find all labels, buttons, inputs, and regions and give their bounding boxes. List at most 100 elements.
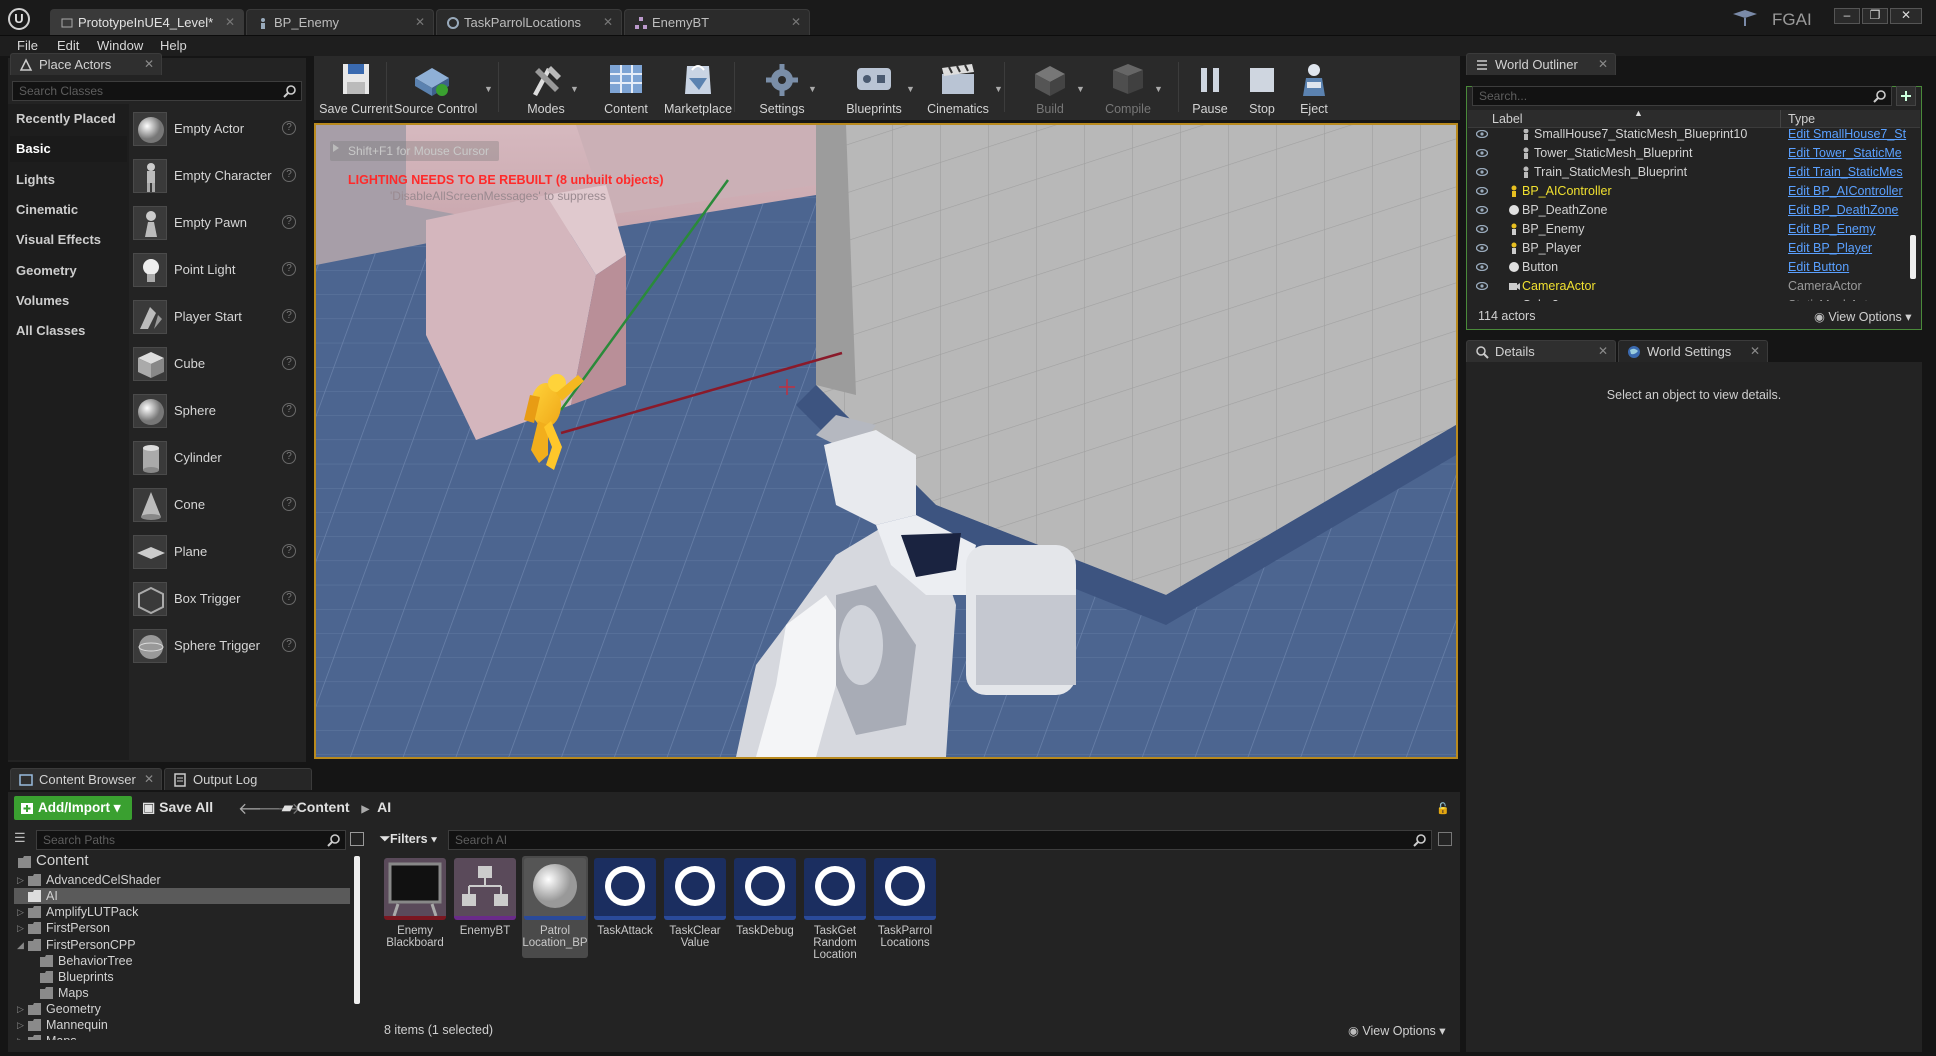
close-icon[interactable]: ✕ bbox=[603, 10, 613, 35]
actor-item-cube[interactable]: Cube? bbox=[130, 343, 302, 387]
tab-place-actors[interactable]: Place Actors ✕ bbox=[10, 53, 162, 75]
search-paths-input[interactable]: Search Paths bbox=[36, 830, 346, 850]
column-type[interactable]: Type bbox=[1788, 112, 1815, 126]
asset-tile[interactable]: Patrol Location_BP bbox=[522, 856, 588, 958]
visibility-eye-icon[interactable] bbox=[1476, 282, 1488, 290]
category-lights[interactable]: Lights bbox=[10, 167, 127, 193]
dropdown-arrow-icon[interactable]: ▼ bbox=[570, 84, 579, 94]
outliner-row[interactable]: Train_StaticMesh_Blueprint Edit Train_Sta… bbox=[1468, 163, 1908, 182]
dropdown-arrow-icon[interactable]: ▼ bbox=[1076, 84, 1085, 94]
level-viewport[interactable]: Shift+F1 for Mouse Cursor LIGHTING NEEDS… bbox=[314, 123, 1458, 759]
outliner-row[interactable]: BP_Enemy Edit BP_Enemy bbox=[1468, 220, 1908, 239]
help-icon[interactable]: ? bbox=[282, 638, 296, 652]
column-label[interactable]: Label bbox=[1492, 112, 1523, 126]
help-icon[interactable]: ? bbox=[282, 497, 296, 511]
category-geometry[interactable]: Geometry bbox=[10, 258, 127, 284]
collapsed-arrow-icon[interactable]: ▷ bbox=[17, 920, 24, 936]
close-icon[interactable]: ✕ bbox=[1750, 341, 1760, 362]
minimize-button[interactable]: ‒ bbox=[1834, 8, 1860, 24]
lock-icon[interactable]: 🔓 bbox=[1436, 802, 1450, 815]
collapsed-arrow-icon[interactable]: ▷ bbox=[17, 1001, 24, 1017]
asset-tile[interactable]: TaskAttack bbox=[592, 856, 658, 958]
collapsed-arrow-icon[interactable]: ▷ bbox=[17, 872, 24, 888]
breadcrumb-ai[interactable]: AI bbox=[377, 799, 391, 815]
source-control-button[interactable]: Source Control bbox=[394, 58, 477, 116]
help-icon[interactable]: ? bbox=[282, 356, 296, 370]
actor-type-link[interactable]: Edit SmallHouse7_St bbox=[1788, 129, 1906, 144]
pause-button[interactable]: Pause bbox=[1180, 58, 1240, 116]
close-icon[interactable]: ✕ bbox=[225, 10, 235, 35]
folder-ai[interactable]: AI bbox=[14, 888, 350, 905]
save-current-button[interactable]: Save Current bbox=[318, 58, 394, 116]
actor-type-link[interactable]: Edit BP_Enemy bbox=[1788, 220, 1876, 239]
help-icon[interactable]: ? bbox=[282, 544, 296, 558]
close-icon[interactable]: ✕ bbox=[1598, 54, 1608, 75]
dropdown-arrow-icon[interactable]: ▼ bbox=[994, 84, 1003, 94]
content-button[interactable]: Content bbox=[588, 58, 664, 116]
actor-item-plane[interactable]: Plane? bbox=[130, 531, 302, 575]
outliner-row[interactable]: Cube2 StaticMeshActor bbox=[1468, 296, 1908, 301]
actor-item-empty-pawn[interactable]: Empty Pawn? bbox=[130, 202, 302, 246]
outliner-scrollbar[interactable] bbox=[1910, 235, 1916, 279]
outliner-search-input[interactable]: Search... bbox=[1472, 86, 1892, 106]
dropdown-arrow-icon[interactable]: ▼ bbox=[484, 84, 493, 94]
folder-content[interactable]: ◢Content bbox=[14, 854, 350, 870]
marketplace-button[interactable]: Marketplace bbox=[660, 58, 736, 116]
actor-item-player-start[interactable]: Player Start? bbox=[130, 296, 302, 340]
outliner-row[interactable]: BP_AIController Edit BP_AIController bbox=[1468, 182, 1908, 201]
folder-firstperson[interactable]: ▷ FirstPerson bbox=[14, 920, 350, 936]
tab-world-outliner[interactable]: World Outliner ✕ bbox=[1466, 53, 1616, 75]
add-import-button[interactable]: Add/Import ▾ bbox=[14, 796, 132, 820]
outliner-row[interactable]: BP_DeathZone Edit BP_DeathZone bbox=[1468, 201, 1908, 220]
actor-item-empty-actor[interactable]: Empty Actor? bbox=[130, 108, 302, 152]
collapsed-arrow-icon[interactable]: ▷ bbox=[17, 1033, 24, 1040]
category-recently-placed[interactable]: Recently Placed bbox=[10, 106, 127, 132]
tab-world-settings[interactable]: World Settings ✕ bbox=[1618, 340, 1768, 362]
user-badge-icon[interactable] bbox=[1730, 8, 1760, 30]
tab-bp-enemy[interactable]: BP_Enemy ✕ bbox=[246, 9, 434, 35]
actor-item-sphere-trigger[interactable]: Sphere Trigger? bbox=[130, 625, 302, 669]
path-tree-scrollbar[interactable] bbox=[354, 856, 360, 1004]
close-icon[interactable]: ✕ bbox=[791, 10, 801, 35]
category-all-classes[interactable]: All Classes bbox=[10, 318, 127, 344]
help-icon[interactable]: ? bbox=[282, 403, 296, 417]
category-basic[interactable]: Basic bbox=[10, 136, 127, 163]
asset-tile[interactable]: Enemy Blackboard bbox=[382, 856, 448, 958]
menu-help[interactable]: Help bbox=[160, 36, 187, 56]
asset-view-options[interactable]: ◉ View Options ▾ bbox=[1348, 1023, 1446, 1038]
close-icon[interactable]: ✕ bbox=[144, 54, 154, 75]
save-search-icon[interactable] bbox=[1438, 832, 1452, 846]
dropdown-arrow-icon[interactable]: ▼ bbox=[906, 84, 915, 94]
dropdown-arrow-icon[interactable]: ▼ bbox=[1154, 84, 1163, 94]
folder-firstpersoncpp[interactable]: ◢ FirstPersonCPP bbox=[14, 937, 350, 953]
visibility-eye-icon[interactable] bbox=[1476, 187, 1488, 195]
actor-item-point-light[interactable]: Point Light? bbox=[130, 249, 302, 293]
actor-type-link[interactable]: Edit BP_AIController bbox=[1788, 182, 1903, 201]
help-icon[interactable]: ? bbox=[282, 168, 296, 182]
filters-button[interactable]: ⏷Filters ▾ bbox=[380, 832, 437, 847]
asset-tile[interactable]: TaskGet Random Location bbox=[802, 856, 868, 961]
close-icon[interactable]: ✕ bbox=[415, 10, 425, 35]
help-icon[interactable]: ? bbox=[282, 262, 296, 276]
close-icon[interactable]: ✕ bbox=[1598, 341, 1608, 362]
tab-enemy-bt[interactable]: EnemyBT ✕ bbox=[624, 9, 810, 35]
tab-task-parrol-locations[interactable]: TaskParrolLocations ✕ bbox=[436, 9, 622, 35]
collapsed-arrow-icon[interactable]: ▷ bbox=[17, 1017, 24, 1033]
folder-advancedcelshader[interactable]: ▷ AdvancedCelShader bbox=[14, 872, 350, 888]
close-window-button[interactable]: ✕ bbox=[1890, 8, 1922, 24]
help-icon[interactable]: ? bbox=[282, 121, 296, 135]
cinematics-button[interactable]: Cinematics bbox=[920, 58, 996, 116]
outliner-row[interactable]: BP_Player Edit BP_Player bbox=[1468, 239, 1908, 258]
help-icon[interactable]: ? bbox=[282, 450, 296, 464]
category-visual-effects[interactable]: Visual Effects bbox=[10, 227, 127, 253]
outliner-view-options[interactable]: ◉ View Options ▾ bbox=[1814, 309, 1912, 324]
actor-item-cylinder[interactable]: Cylinder? bbox=[130, 437, 302, 481]
actor-type-link[interactable]: Edit Tower_StaticMe bbox=[1788, 144, 1902, 163]
dropdown-arrow-icon[interactable]: ▼ bbox=[808, 84, 817, 94]
search-assets-input[interactable]: Search AI bbox=[448, 830, 1432, 850]
outliner-row[interactable]: SmallHouse7_StaticMesh_Blueprint10 Edit S… bbox=[1468, 129, 1908, 144]
eject-button[interactable]: Eject bbox=[1284, 58, 1344, 116]
sources-toggle-icon[interactable]: ☰ bbox=[14, 830, 32, 848]
actor-type-link[interactable]: Edit BP_Player bbox=[1788, 239, 1872, 258]
asset-tile[interactable]: TaskClear Value bbox=[662, 856, 728, 958]
